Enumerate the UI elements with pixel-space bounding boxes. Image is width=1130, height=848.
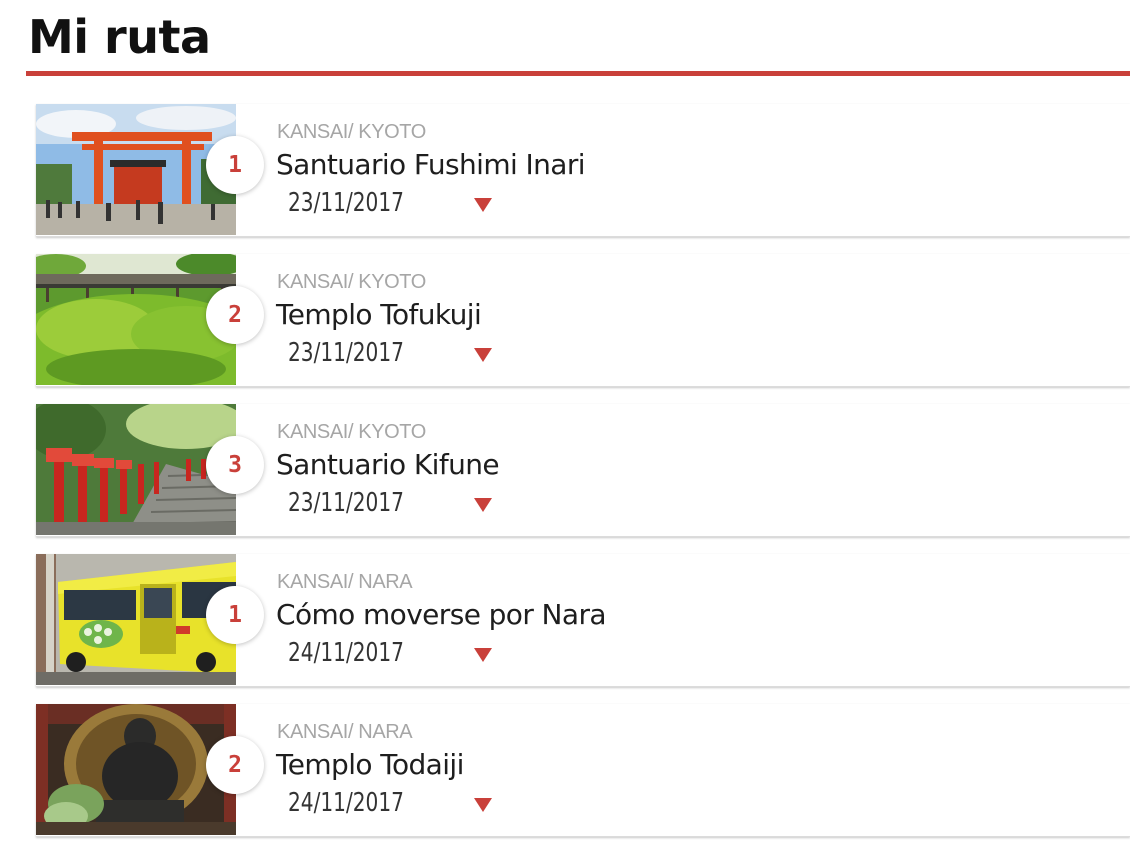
- route-item[interactable]: 1 KANSAI/ NARA Cómo moverse por Nara 24/…: [36, 554, 1130, 687]
- order-badge: 1: [206, 136, 264, 194]
- route-list: 1 KANSAI/ KYOTO Santuario Fushimi Inari …: [36, 104, 1130, 848]
- expand-arrow-icon[interactable]: [474, 798, 492, 812]
- expand-arrow-icon[interactable]: [474, 498, 492, 512]
- expand-arrow-icon[interactable]: [474, 198, 492, 212]
- page-header: Mi ruta: [26, 0, 1130, 76]
- order-badge: 1: [206, 586, 264, 644]
- order-badge: 3: [206, 436, 264, 494]
- place-title[interactable]: Santuario Fushimi Inari: [276, 148, 586, 181]
- region-label: KANSAI/ NARA: [277, 721, 413, 743]
- region-label: KANSAI/ KYOTO: [277, 121, 426, 143]
- place-title[interactable]: Templo Todaiji: [276, 748, 464, 781]
- expand-arrow-icon[interactable]: [474, 648, 492, 662]
- visit-date: 23/11/2017: [288, 338, 404, 368]
- page-title: Mi ruta: [28, 10, 211, 64]
- place-title[interactable]: Cómo moverse por Nara: [276, 598, 607, 631]
- route-item[interactable]: 2 KANSAI/ NARA Templo Todaiji 24/11/2017: [36, 704, 1130, 837]
- visit-date: 23/11/2017: [288, 188, 404, 218]
- region-label: KANSAI/ KYOTO: [277, 271, 426, 293]
- route-item[interactable]: 2 KANSAI/ KYOTO Templo Tofukuji 23/11/20…: [36, 254, 1130, 387]
- visit-date: 23/11/2017: [288, 488, 404, 518]
- expand-arrow-icon[interactable]: [474, 348, 492, 362]
- order-badge: 2: [206, 286, 264, 344]
- order-badge: 2: [206, 736, 264, 794]
- place-title[interactable]: Santuario Kifune: [276, 448, 500, 481]
- page: Mi ruta 1 KANSAI/ KYOTO Santuario Fushim…: [0, 0, 1130, 848]
- visit-date: 24/11/2017: [288, 788, 404, 818]
- route-item[interactable]: 3 KANSAI/ KYOTO Santuario Kifune 23/11/2…: [36, 404, 1130, 537]
- region-label: KANSAI/ KYOTO: [277, 421, 426, 443]
- region-label: KANSAI/ NARA: [277, 571, 413, 593]
- visit-date: 24/11/2017: [288, 638, 404, 668]
- route-item[interactable]: 1 KANSAI/ KYOTO Santuario Fushimi Inari …: [36, 104, 1130, 237]
- place-title[interactable]: Templo Tofukuji: [276, 298, 482, 331]
